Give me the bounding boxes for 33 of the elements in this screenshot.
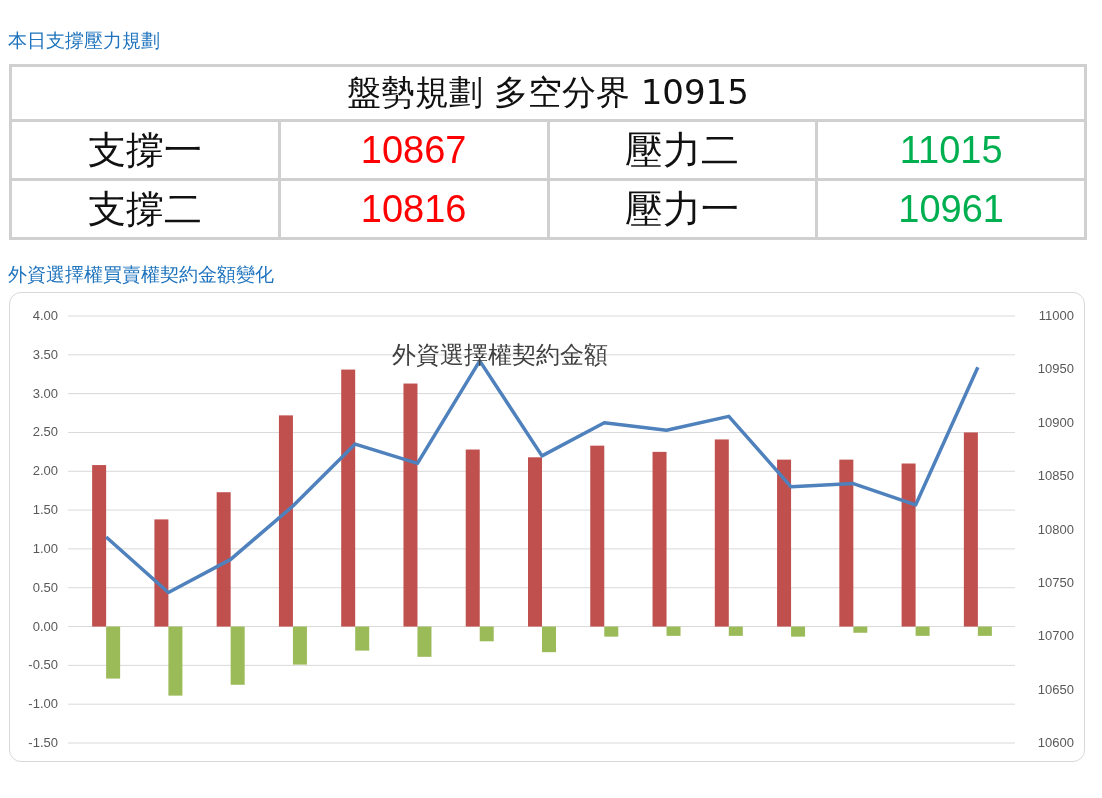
axis-label: -0.50: [28, 657, 58, 673]
axis-label: 1.00: [32, 540, 58, 556]
axis-label: 4.00: [32, 308, 58, 323]
axis-label: 10700: [1037, 628, 1074, 644]
section-heading: 本日支撐壓力規劃: [8, 28, 161, 53]
table-cell: 10867: [279, 120, 548, 180]
axis-label: 0.00: [32, 618, 58, 634]
axis-label: 11000: [1038, 308, 1074, 323]
chart-title: 外資選擇權契約金額: [392, 341, 608, 369]
table-cell: 支撐二: [10, 179, 280, 239]
axis-label: 2.00: [32, 463, 58, 479]
axis-label: 10750: [1037, 574, 1074, 590]
axis-label: 3.50: [32, 346, 58, 362]
axis-label: 10850: [1037, 468, 1074, 484]
axis-label: 10650: [1037, 681, 1074, 697]
table-cell: 壓力一: [548, 179, 817, 239]
axis-label: 10600: [1037, 735, 1074, 750]
axis-label: 1.50: [32, 502, 58, 518]
section-heading: 外資選擇權買賣權契約金額變化: [8, 262, 275, 287]
axis-label: 3.00: [32, 385, 58, 401]
table-title: 盤勢規劃 多空分界 10915: [10, 65, 1086, 121]
axis-label: 10900: [1037, 414, 1074, 430]
axis-label: -1.50: [28, 735, 58, 750]
axis-label: 2.50: [32, 424, 58, 440]
table-cell: 10961: [816, 179, 1086, 239]
table-cell: 11015: [816, 120, 1086, 180]
table-cell: 支撐一: [10, 120, 280, 180]
axis-label: -1.00: [28, 696, 58, 712]
axis-label: 0.50: [32, 579, 58, 595]
axis-label: 10950: [1037, 361, 1074, 377]
axis-label: 10800: [1037, 521, 1074, 537]
table-cell: 壓力二: [548, 120, 817, 180]
table-cell: 10816: [279, 179, 548, 239]
